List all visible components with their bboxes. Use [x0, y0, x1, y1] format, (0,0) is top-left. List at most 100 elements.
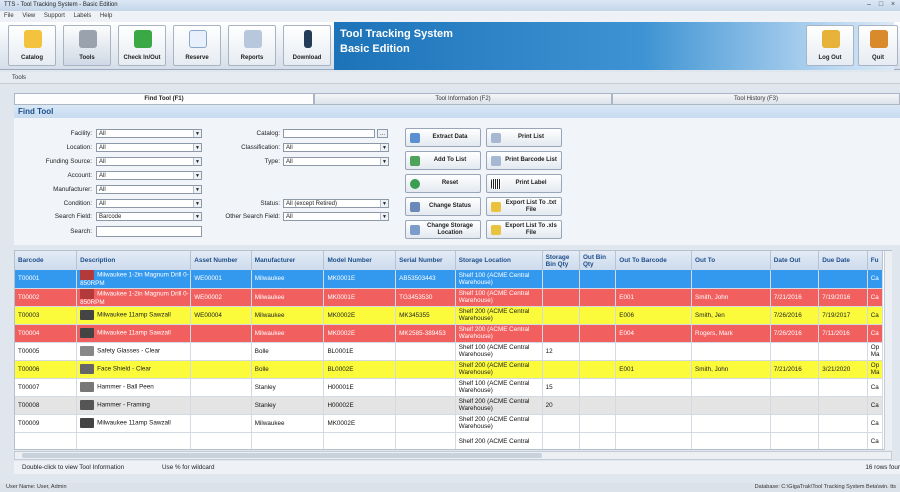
horizontal-scroll-thumb[interactable]: [22, 453, 542, 458]
vertical-scrollbar[interactable]: [884, 251, 892, 450]
table-row[interactable]: T00003 Milwaukee 11amp Sawzall WE00004 Milw…: [15, 306, 884, 325]
tool-thumbnail: [80, 310, 95, 320]
add-to-list-button[interactable]: Add To List: [405, 151, 481, 170]
table-cell: MK0002E: [323, 324, 397, 343]
tab-tool-information[interactable]: Tool Information (F2): [314, 93, 612, 105]
classification-select[interactable]: All ▼: [283, 143, 389, 152]
table-row[interactable]: T00002 Milwaukee 1-2in Magnum Drill 0-850…: [15, 288, 884, 307]
print-list-button[interactable]: Print List: [486, 128, 562, 147]
menu-help[interactable]: Help: [100, 13, 112, 19]
other-search-field-select[interactable]: All ▼: [283, 212, 389, 221]
column-header[interactable]: Asset Number: [190, 251, 252, 270]
table-cell: Bolle: [251, 342, 325, 361]
table-cell: [615, 414, 693, 433]
export-xls-button[interactable]: Export List To .xls File: [486, 220, 562, 239]
reports-button[interactable]: Reports: [228, 25, 276, 66]
table-cell: [251, 432, 325, 449]
column-header[interactable]: Date Out: [770, 251, 820, 270]
funding-source-value: All: [99, 159, 106, 165]
download-button[interactable]: Download: [283, 25, 331, 66]
column-header[interactable]: Serial Number: [395, 251, 456, 270]
table-cell: [15, 432, 78, 449]
column-header[interactable]: Description: [76, 251, 192, 270]
catalog-label: Catalog: [20, 55, 43, 61]
description-cell: Milwaukee 1-2in Magnum Drill 0-850RPM: [76, 270, 192, 289]
reserve-button[interactable]: Reserve: [173, 25, 221, 66]
table-cell: [542, 288, 580, 307]
print-barcode-list-button[interactable]: Print Barcode List: [486, 151, 562, 170]
maximize-icon[interactable]: □: [876, 1, 886, 9]
table-row[interactable]: Shelf 200 (ACME Central Ca: [15, 432, 884, 449]
location-select[interactable]: All ▼: [96, 143, 202, 152]
table-cell: [818, 378, 868, 397]
search-field-label: Search Field:: [54, 213, 92, 220]
column-header[interactable]: Manufacturer: [251, 251, 325, 270]
column-header[interactable]: Out To: [691, 251, 771, 270]
log-out-button[interactable]: Log Out: [806, 25, 854, 66]
table-cell: BL0001E: [323, 342, 397, 361]
reports-label: Reports: [240, 55, 264, 61]
catalog-button[interactable]: Catalog: [8, 25, 56, 66]
table-row[interactable]: T00005 Safety Glasses - Clear Bolle BL0001E…: [15, 342, 884, 361]
change-storage-location-button[interactable]: Change Storage Location: [405, 220, 481, 239]
table-cell: 15: [542, 378, 580, 397]
description-cell: Safety Glasses - Clear: [76, 342, 192, 361]
description-text: Milwaukee 1-2in Magnum Drill 0-850RPM: [80, 271, 189, 288]
table-cell: 7/26/2016: [770, 306, 820, 325]
close-icon[interactable]: ×: [888, 1, 898, 9]
type-select[interactable]: All ▼: [283, 157, 389, 166]
menu-support[interactable]: Support: [44, 13, 65, 19]
table-header-row: Barcode Description Asset Number Manufactur…: [15, 251, 884, 270]
search-field-select[interactable]: Barcode ▼: [96, 212, 202, 221]
funding-source-select[interactable]: All ▼: [96, 157, 202, 166]
column-header[interactable]: Barcode: [15, 251, 78, 270]
column-header[interactable]: Storage Bin Qty: [542, 251, 580, 270]
catalog-browse-button[interactable]: ...: [377, 129, 388, 138]
tool-thumbnail: [80, 288, 95, 299]
change-status-button[interactable]: Change Status: [405, 197, 481, 216]
extract-data-button[interactable]: Extract Data: [405, 128, 481, 147]
catalog-input[interactable]: [283, 129, 375, 138]
column-header[interactable]: Storage Location: [455, 251, 543, 270]
status-select[interactable]: All (except Retired) ▼: [283, 199, 389, 208]
table-row[interactable]: T00009 Milwaukee 11amp Sawzall Milwaukee MK…: [15, 414, 884, 433]
description-text: Milwaukee 11amp Sawzall: [97, 311, 171, 319]
check-in-out-button[interactable]: Check In/Out: [118, 25, 166, 66]
exit-door-icon: [870, 30, 888, 48]
menu-file[interactable]: File: [4, 13, 14, 19]
column-header[interactable]: Fu: [867, 251, 884, 270]
menu-view[interactable]: View: [22, 13, 35, 19]
facility-value: All: [99, 131, 106, 137]
column-header[interactable]: Due Date: [818, 251, 868, 270]
condition-select[interactable]: All ▼: [96, 199, 202, 208]
table-row[interactable]: T00006 Face Shield - Clear Bolle BL0002E She…: [15, 360, 884, 379]
table-cell: Ca: [867, 288, 884, 307]
table-row[interactable]: T00001 Milwaukee 1-2in Magnum Drill 0-850…: [15, 270, 884, 289]
manufacturer-select[interactable]: All ▼: [96, 185, 202, 194]
account-select[interactable]: All ▼: [96, 171, 202, 180]
search-input[interactable]: [96, 226, 202, 237]
table-row[interactable]: T00004 Milwaukee 11amp Sawzall Milwaukee MK…: [15, 324, 884, 343]
table-cell: T00002: [15, 288, 78, 307]
table-cell: [770, 414, 820, 433]
status-bar: Double-click to view Tool Information Us…: [14, 461, 900, 474]
column-header[interactable]: Out To Barcode: [615, 251, 693, 270]
minimize-icon[interactable]: –: [864, 1, 874, 9]
print-label-button[interactable]: Print Label: [486, 174, 562, 193]
quit-button[interactable]: Quit: [858, 25, 898, 66]
tab-find-tool[interactable]: Find Tool (F1): [14, 93, 314, 105]
table-row[interactable]: T00008 Hammer - Framing Stanley H00002E Shel…: [15, 396, 884, 415]
tool-thumbnail: [80, 382, 95, 392]
facility-select[interactable]: All ▼: [96, 129, 202, 138]
tools-button[interactable]: Tools: [63, 25, 111, 66]
tools-grid: Barcode Description Asset Number Manufactur…: [14, 250, 892, 450]
table-row[interactable]: T00007 Hammer - Ball Peen Stanley H00001E Sh…: [15, 378, 884, 397]
export-txt-button[interactable]: Export List To .txt File: [486, 197, 562, 216]
tab-tool-history[interactable]: Tool History (F3): [612, 93, 900, 105]
column-header[interactable]: Model Number: [323, 251, 397, 270]
reset-button[interactable]: Reset: [405, 174, 481, 193]
table-cell: Shelf 100 (ACME Central Warehouse): [455, 342, 543, 361]
column-header[interactable]: Out Bin Qty: [579, 251, 617, 270]
table-cell: MK0001E: [323, 270, 397, 289]
menu-labels[interactable]: Labels: [74, 13, 92, 19]
